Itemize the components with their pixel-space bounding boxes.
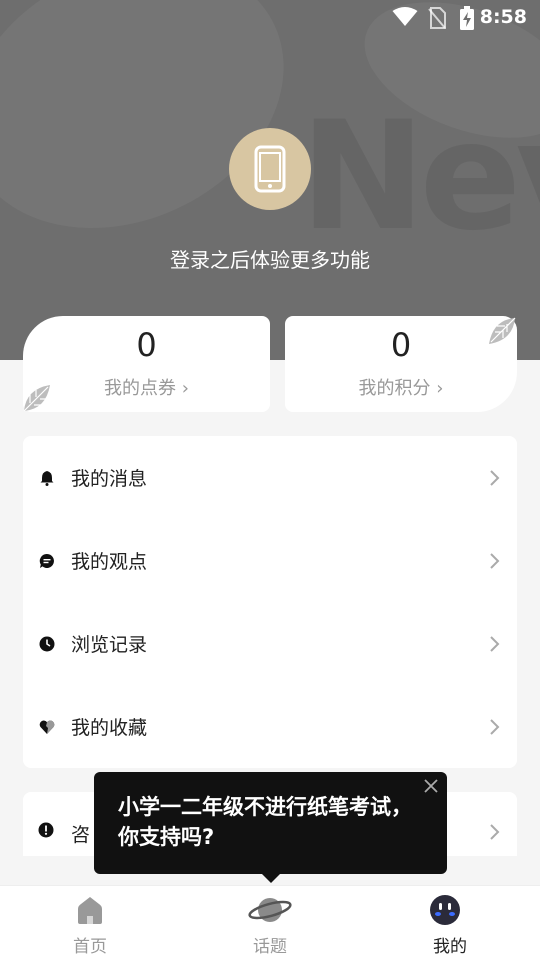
- menu-item-label: 我的收藏: [71, 717, 148, 739]
- bottom-navigation: 首页 话题 我的: [0, 885, 540, 960]
- avatar[interactable]: [229, 128, 311, 210]
- bell-icon: [38, 469, 56, 487]
- phone-icon: [254, 145, 286, 193]
- no-sim-icon: [428, 7, 446, 29]
- menu-item-label: 我的观点: [71, 551, 148, 573]
- home-icon: [78, 897, 102, 924]
- menu-item-messages[interactable]: 我的消息: [23, 436, 517, 519]
- battery-charging-icon: [460, 6, 474, 30]
- nav-label: 话题: [253, 937, 287, 957]
- popup-text: 小学一二年级不进行纸笔考试，你支持吗?: [118, 795, 412, 849]
- comment-icon: [38, 552, 56, 570]
- wifi-icon: [392, 7, 418, 26]
- leaf-decoration-icon: [23, 385, 50, 412]
- nav-item-home[interactable]: 首页: [0, 886, 180, 960]
- chevron-right-icon: [490, 552, 500, 569]
- menu-item-label: 咨: [71, 824, 91, 846]
- coupon-label: 我的点券 ›: [104, 378, 189, 399]
- points-label: 我的积分 ›: [358, 378, 444, 399]
- menu-item-favorites[interactable]: 我的收藏: [23, 685, 517, 768]
- nav-label: 首页: [73, 937, 107, 957]
- nav-item-topics[interactable]: 话题: [180, 886, 360, 960]
- topic-popup[interactable]: 小学一二年级不进行纸笔考试，你支持吗?: [94, 772, 447, 883]
- clock-icon: [38, 635, 56, 653]
- points-card[interactable]: 0 我的积分 ›: [285, 316, 517, 412]
- chevron-right-icon: [490, 469, 500, 486]
- points-count: 0: [390, 326, 412, 364]
- login-prompt[interactable]: 登录之后体验更多功能: [0, 244, 540, 273]
- menu-item-label: 我的消息: [71, 468, 148, 490]
- nav-item-mine[interactable]: 我的: [360, 886, 540, 960]
- clock-time: 8:58: [479, 6, 527, 28]
- alert-icon: [38, 822, 54, 838]
- popup-pointer: [261, 873, 281, 883]
- status-bar: 8:58: [0, 0, 540, 36]
- heart-icon: [38, 718, 56, 736]
- header-watermark: Nev: [300, 90, 540, 264]
- menu-item-history[interactable]: 浏览记录: [23, 602, 517, 685]
- profile-face-icon: [430, 895, 460, 925]
- planet-icon: [248, 898, 292, 922]
- coupon-count: 0: [136, 326, 157, 364]
- menu-list: 我的消息 我的观点 浏览记录 我的收藏: [23, 436, 517, 768]
- menu-item-label: 浏览记录: [71, 634, 148, 656]
- leaf-decoration-icon: [489, 317, 516, 344]
- chevron-right-icon: [490, 635, 500, 652]
- nav-label: 我的: [433, 937, 467, 957]
- chevron-right-icon: [490, 824, 500, 840]
- menu-item-opinions[interactable]: 我的观点: [23, 519, 517, 602]
- coupon-card[interactable]: 0 我的点券 ›: [23, 316, 270, 412]
- chevron-right-icon: [490, 718, 500, 735]
- close-icon[interactable]: [423, 778, 439, 794]
